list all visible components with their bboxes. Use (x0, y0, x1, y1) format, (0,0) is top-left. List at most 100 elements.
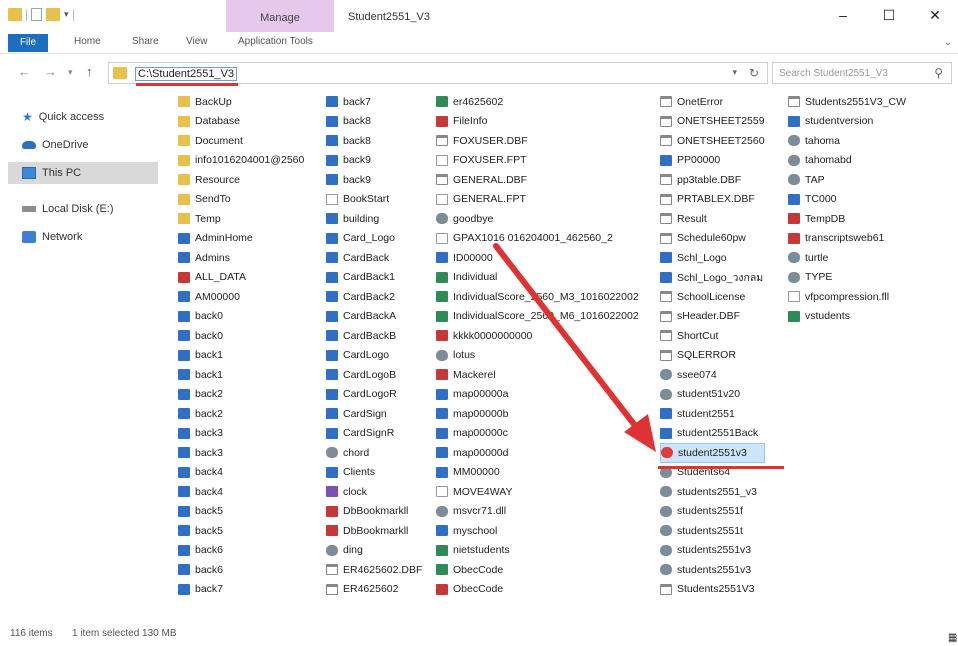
nav-item-local-disk[interactable]: Local Disk (E:) (8, 198, 158, 220)
file-item[interactable]: Result (660, 209, 765, 229)
file-item[interactable]: tahomabd (788, 151, 906, 171)
file-item[interactable]: CardBackA (326, 307, 422, 327)
file-item[interactable]: FOXUSER.DBF (436, 131, 639, 151)
file-item[interactable]: Individual (436, 268, 639, 288)
file-item[interactable]: kkkk0000000000 (436, 326, 639, 346)
search-icon[interactable]: ⚲ (934, 66, 943, 80)
file-item[interactable]: back3 (178, 424, 304, 444)
file-item[interactable]: OnetError (660, 92, 765, 112)
file-item[interactable]: ONETSHEET2560 (660, 131, 765, 151)
up-arrow-icon[interactable]: ↑ (86, 64, 93, 79)
file-item[interactable]: ONETSHEET2559 (660, 112, 765, 132)
file-item[interactable]: students2551t (660, 521, 765, 541)
nav-item-onedrive[interactable]: OneDrive (8, 134, 158, 156)
file-item[interactable]: ObecCode (436, 580, 639, 600)
file-item[interactable]: AM00000 (178, 287, 304, 307)
maximize-button[interactable]: ☐ (866, 0, 912, 30)
file-item[interactable]: Schedule60pw (660, 229, 765, 249)
file-item[interactable]: GENERAL.DBF (436, 170, 639, 190)
file-item[interactable]: students2551f (660, 502, 765, 522)
file-item[interactable]: PP00000 (660, 151, 765, 171)
file-item[interactable]: back3 (178, 443, 304, 463)
file-item[interactable]: back6 (178, 560, 304, 580)
file-item[interactable]: TempDB (788, 209, 906, 229)
file-item[interactable]: GPAX1016 016204001_462560_2 (436, 229, 639, 249)
file-item[interactable]: back8 (326, 131, 422, 151)
file-item[interactable]: CardBack1 (326, 268, 422, 288)
file-item[interactable]: back0 (178, 307, 304, 327)
folder-icon[interactable] (8, 8, 22, 21)
file-item[interactable]: map00000c (436, 424, 639, 444)
file-item[interactable]: Schl_Logo_วงกลม (660, 268, 765, 288)
tab-manage[interactable]: Manage (226, 0, 334, 32)
file-item[interactable]: GENERAL.FPT (436, 190, 639, 210)
back-arrow-icon[interactable]: ← (18, 64, 31, 79)
file-item[interactable]: back2 (178, 404, 304, 424)
file-item[interactable]: ER4625602.DBF (326, 560, 422, 580)
file-item[interactable]: transcriptsweb61 (788, 229, 906, 249)
address-path[interactable]: C:\Student2551_V3 (135, 67, 238, 81)
file-item[interactable]: CardBack (326, 248, 422, 268)
file-item[interactable]: nietstudents (436, 541, 639, 561)
file-item[interactable]: CardLogoB (326, 365, 422, 385)
file-item[interactable]: Clients (326, 463, 422, 483)
file-item[interactable]: vstudents (788, 307, 906, 327)
file-item[interactable]: Mackerel (436, 365, 639, 385)
file-item[interactable]: Schl_Logo (660, 248, 765, 268)
file-item[interactable]: ALL_DATA (178, 268, 304, 288)
new-folder-icon[interactable] (46, 8, 60, 21)
file-item[interactable]: back9 (326, 170, 422, 190)
file-item[interactable]: building (326, 209, 422, 229)
search-box[interactable]: Search Student2551_V3 ⚲ (772, 62, 952, 84)
nav-item-network[interactable]: Network (8, 226, 158, 248)
file-item[interactable]: back4 (178, 463, 304, 483)
file-item[interactable]: PRTABLEX.DBF (660, 190, 765, 210)
file-item[interactable]: vfpcompression.fll (788, 287, 906, 307)
file-item[interactable]: students2551v3 (660, 541, 765, 561)
file-item[interactable]: back1 (178, 365, 304, 385)
file-item-selected[interactable]: student2551v3 (660, 443, 765, 463)
tab-application-tools[interactable]: Application Tools (238, 36, 313, 47)
file-item[interactable]: CardLogoR (326, 385, 422, 405)
file-item[interactable]: Students2551V3_CW (788, 92, 906, 112)
file-item[interactable]: back8 (326, 112, 422, 132)
file-item[interactable]: student2551Back (660, 424, 765, 444)
file-item[interactable]: back5 (178, 502, 304, 522)
file-item[interactable]: SendTo (178, 190, 304, 210)
file-item[interactable]: Document (178, 131, 304, 151)
file-item[interactable]: lotus (436, 346, 639, 366)
file-item[interactable]: DbBookmarkll (326, 502, 422, 522)
close-button[interactable]: ✕ (912, 0, 958, 30)
file-item[interactable]: map00000d (436, 443, 639, 463)
file-item[interactable]: back9 (326, 151, 422, 171)
forward-arrow-icon[interactable]: → (44, 64, 57, 79)
nav-item-quick-access[interactable]: ★ Quick access (8, 106, 158, 128)
search-input[interactable]: Search Student2551_V3 (779, 68, 888, 79)
file-item[interactable]: msvcr71.dll (436, 502, 639, 522)
refresh-icon[interactable]: ↻ (749, 66, 759, 80)
file-item[interactable]: sHeader.DBF (660, 307, 765, 327)
file-item[interactable]: back6 (178, 541, 304, 561)
file-item[interactable]: ID00000 (436, 248, 639, 268)
tab-home[interactable]: Home (74, 36, 101, 47)
chevron-down-icon[interactable]: ▾ (732, 67, 737, 78)
file-item[interactable]: CardBack2 (326, 287, 422, 307)
expand-ribbon-icon[interactable]: ⌄ (944, 37, 952, 48)
file-item[interactable]: pp3table.DBF (660, 170, 765, 190)
file-item[interactable]: SQLERROR (660, 346, 765, 366)
file-item[interactable]: info1016204001@2560 (178, 151, 304, 171)
file-item[interactable]: DbBookmarkll (326, 521, 422, 541)
file-item[interactable]: IndividualScore_2560_M6_1016022002 (436, 307, 639, 327)
file-item[interactable]: clock (326, 482, 422, 502)
file-item[interactable]: TC000 (788, 190, 906, 210)
file-item[interactable]: ShortCut (660, 326, 765, 346)
file-item[interactable]: CardSign (326, 404, 422, 424)
nav-item-this-pc[interactable]: This PC (8, 162, 158, 184)
file-item[interactable]: tahoma (788, 131, 906, 151)
large-icons-view-icon[interactable]: ▦ (948, 633, 957, 644)
file-item[interactable]: goodbye (436, 209, 639, 229)
file-item[interactable]: CardLogo (326, 346, 422, 366)
file-item[interactable]: back7 (178, 580, 304, 600)
file-item[interactable]: back5 (178, 521, 304, 541)
file-item[interactable]: back7 (326, 92, 422, 112)
